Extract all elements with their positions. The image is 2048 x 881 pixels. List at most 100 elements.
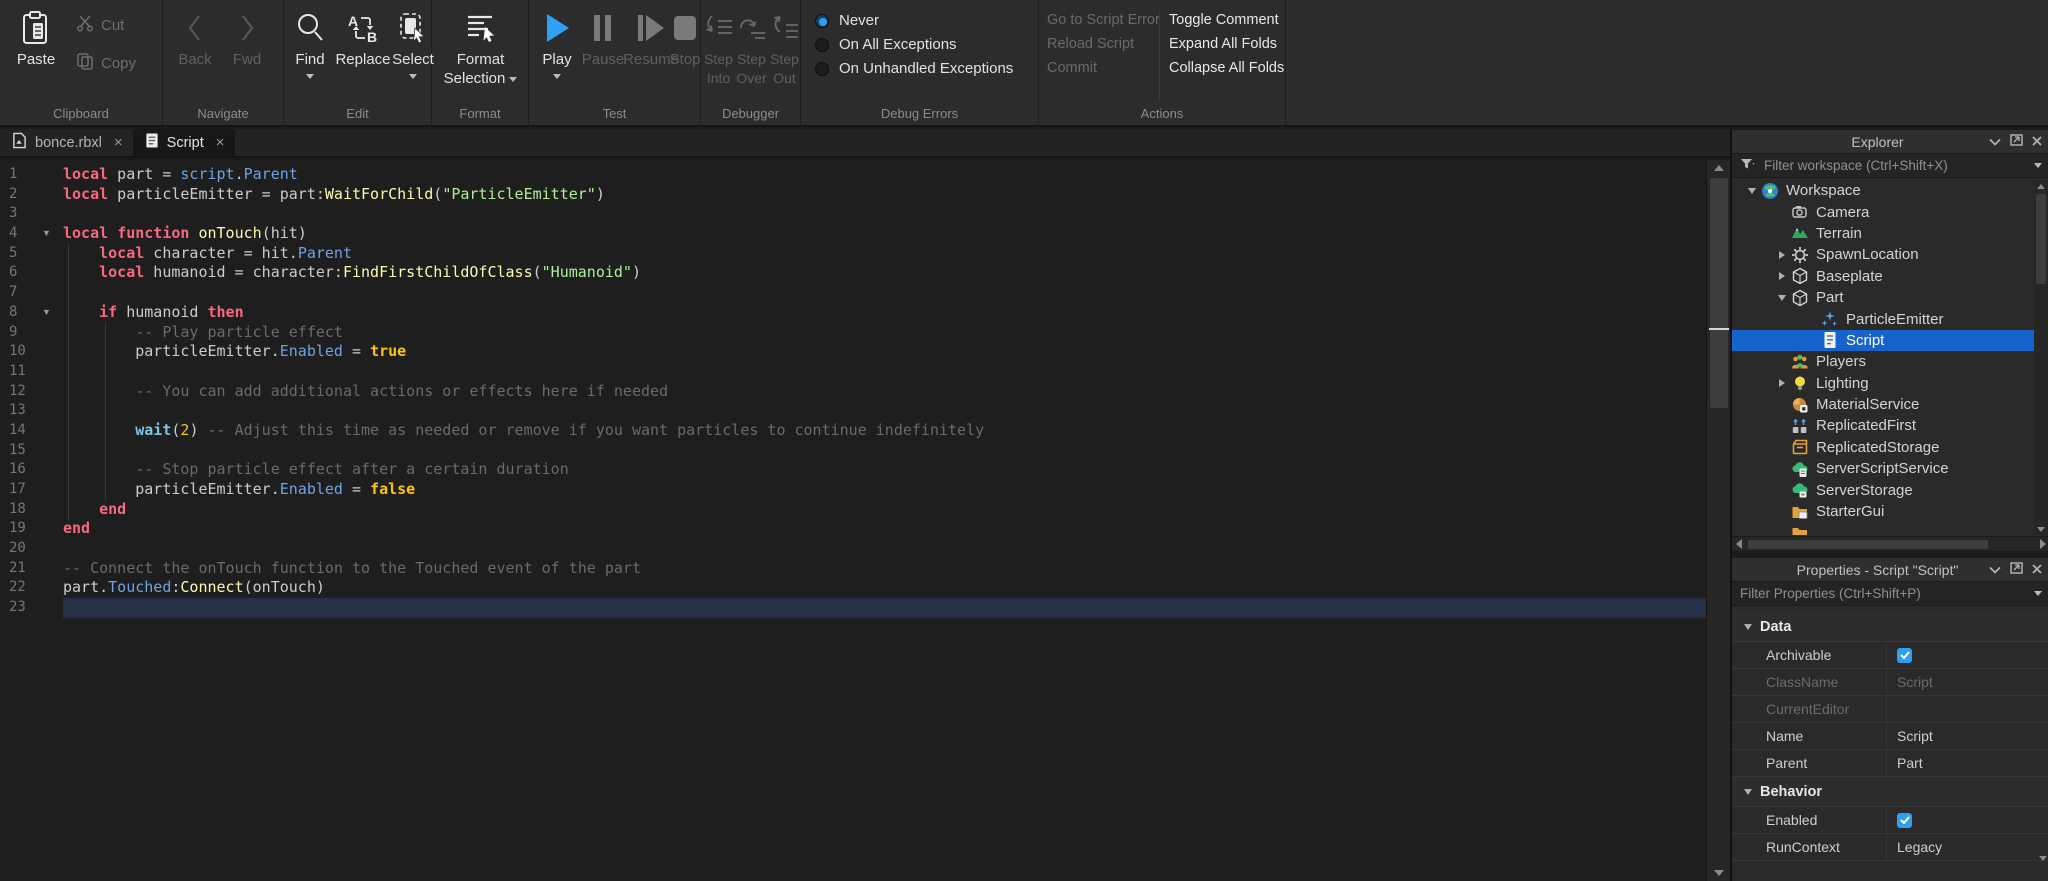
code-line[interactable]: 18 end	[0, 500, 1706, 520]
explorer-hscrollbar-thumb[interactable]	[1748, 540, 1988, 549]
explorer-item-lighting[interactable]: Lighting	[1732, 373, 2034, 394]
select-button[interactable]: Select	[394, 7, 432, 79]
paste-button[interactable]: Paste	[8, 7, 64, 68]
explorer-item-terrain[interactable]: Terrain	[1732, 223, 2034, 244]
script-editor[interactable]: 1local part = script.Parent2local partic…	[0, 160, 1730, 881]
code-line[interactable]: 20	[0, 539, 1706, 559]
property-value[interactable]: Legacy	[1887, 834, 2048, 860]
explorer-item-serverstorage[interactable]: ServerStorage	[1732, 479, 2034, 500]
properties-scroll-down-arrow[interactable]	[2039, 861, 2047, 879]
code-line[interactable]: 12 -- You can add additional actions or …	[0, 382, 1706, 402]
properties-undock-icon[interactable]	[2010, 561, 2023, 579]
explorer-item-script[interactable]: Script	[1732, 330, 2034, 351]
explorer-undock-icon[interactable]	[2010, 133, 2023, 151]
properties-filter-input[interactable]: Filter Properties (Ctrl+Shift+P)	[1732, 582, 2048, 606]
checkbox-checked-icon[interactable]	[1897, 813, 1912, 828]
explorer-item-replicatedstorage[interactable]: ReplicatedStorage	[1732, 437, 2034, 458]
explorer-item-replicatedfirst[interactable]: ReplicatedFirst	[1732, 415, 2034, 436]
property-value[interactable]	[1887, 642, 2048, 668]
property-value[interactable]: Part	[1887, 750, 2048, 776]
code-line[interactable]: 11	[0, 362, 1706, 382]
code-line[interactable]: 15	[0, 441, 1706, 461]
explorer-item-serverscriptservice[interactable]: ServerScriptService	[1732, 458, 2034, 479]
radio-never[interactable]: Never	[815, 12, 879, 29]
explorer-close-icon[interactable]	[2032, 133, 2042, 151]
explorer-item-camera[interactable]: Camera	[1732, 201, 2034, 222]
explorer-item-particleemitter[interactable]: ParticleEmitter	[1732, 308, 2034, 329]
explorer-item-baseplate[interactable]: Baseplate	[1732, 266, 2034, 287]
explorer-scroll-right-arrow[interactable]	[2036, 537, 2048, 552]
code-line[interactable]: 21-- Connect the onTouch function to the…	[0, 559, 1706, 579]
explorer-item-part[interactable]: Part	[1732, 287, 2034, 308]
expand-arrow-right-icon[interactable]	[1774, 251, 1790, 259]
section-collapse-arrow-icon[interactable]	[1744, 624, 1752, 630]
code-line[interactable]: 4▼local function onTouch(hit)	[0, 224, 1706, 244]
code-line[interactable]: 7	[0, 283, 1706, 303]
expand-all-folds-button[interactable]: Expand All Folds	[1169, 36, 1277, 52]
code-line[interactable]: 8▼ if humanoid then	[0, 303, 1706, 323]
toggle-comment-button[interactable]: Toggle Comment	[1169, 12, 1279, 28]
radio-on-unhandled-exceptions[interactable]: On Unhandled Exceptions	[815, 60, 1013, 77]
editor-scroll-down-arrow[interactable]	[1707, 865, 1730, 881]
explorer-hscrollbar[interactable]	[1732, 536, 2048, 551]
code-line[interactable]: 19end	[0, 519, 1706, 539]
explorer-scroll-up-arrow[interactable]	[2034, 180, 2048, 192]
radio-on-all-exceptions[interactable]: On All Exceptions	[815, 36, 957, 53]
fold-arrow-icon[interactable]: ▼	[42, 224, 63, 244]
code-line[interactable]: 22part.Touched:Connect(onTouch)	[0, 578, 1706, 598]
section-collapse-arrow-icon[interactable]	[1744, 789, 1752, 795]
format-selection-button[interactable]: Format Selection	[436, 7, 525, 87]
property-value[interactable]	[1887, 807, 2048, 833]
code-line[interactable]: 14 wait(2) -- Adjust this time as needed…	[0, 421, 1706, 441]
explorer-collapse-chevron-icon[interactable]	[1989, 133, 2001, 151]
editor-scroll-up-arrow[interactable]	[1707, 160, 1730, 176]
checkbox-checked-icon[interactable]	[1897, 648, 1912, 663]
tab-bonce-close-icon[interactable]: ×	[114, 135, 123, 150]
tab-script[interactable]: Script ×	[133, 129, 235, 156]
code-line-current[interactable]: 23	[0, 598, 1706, 618]
code-line[interactable]: 10 particleEmitter.Enabled = true	[0, 342, 1706, 362]
collapse-all-folds-button[interactable]: Collapse All Folds	[1169, 60, 1284, 76]
tab-bonce-rbxl[interactable]: bonce.rbxl ×	[0, 129, 133, 156]
property-section-behavior[interactable]: Behavior	[1732, 777, 2048, 807]
properties-filter-caret[interactable]	[2034, 591, 2042, 596]
explorer-vscrollbar[interactable]	[2034, 180, 2048, 535]
explorer-filter-caret[interactable]	[2034, 163, 2042, 168]
find-button[interactable]: Find	[288, 7, 332, 79]
expand-arrow-down-icon[interactable]	[1774, 295, 1790, 301]
code-line[interactable]: 9 -- Play particle effect	[0, 323, 1706, 343]
expand-arrow-down-icon[interactable]	[1744, 188, 1760, 194]
explorer-item-players[interactable]: Players	[1732, 351, 2034, 372]
explorer-item-spawnlocation[interactable]: SpawnLocation	[1732, 244, 2034, 265]
play-button[interactable]: Play	[537, 7, 577, 79]
explorer-item-startergui[interactable]: StarterGui	[1732, 501, 2034, 522]
explorer-item-partial[interactable]	[1732, 522, 2034, 535]
explorer-scrollbar-thumb[interactable]	[2036, 194, 2046, 284]
radio-on-unhandled-exceptions-icon[interactable]	[815, 62, 829, 76]
explorer-scroll-down-arrow[interactable]	[2034, 523, 2048, 535]
play-dropdown-caret[interactable]	[553, 74, 561, 79]
property-value[interactable]: Script	[1887, 723, 2048, 749]
code-line[interactable]: 13	[0, 401, 1706, 421]
code-line[interactable]: 5 local character = hit.Parent	[0, 244, 1706, 264]
properties-collapse-chevron-icon[interactable]	[1989, 561, 2001, 579]
radio-on-all-exceptions-icon[interactable]	[815, 38, 829, 52]
explorer-filter-input[interactable]: Filter workspace (Ctrl+Shift+X)	[1732, 154, 2048, 178]
fold-arrow-icon[interactable]: ▼	[42, 303, 63, 323]
find-dropdown-caret[interactable]	[306, 74, 314, 79]
code-area[interactable]: 1local part = script.Parent2local partic…	[0, 160, 1706, 881]
code-line[interactable]: 3	[0, 204, 1706, 224]
tab-script-close-icon[interactable]: ×	[216, 135, 225, 150]
editor-scrollbar-thumb[interactable]	[1710, 178, 1728, 408]
radio-never-icon[interactable]	[815, 14, 829, 28]
code-line[interactable]: 17 particleEmitter.Enabled = false	[0, 480, 1706, 500]
explorer-scroll-left-arrow[interactable]	[1732, 537, 1746, 552]
code-line[interactable]: 1local part = script.Parent	[0, 165, 1706, 185]
select-dropdown-caret[interactable]	[409, 74, 417, 79]
code-line[interactable]: 6 local humanoid = character:FindFirstCh…	[0, 263, 1706, 283]
editor-scrollbar[interactable]	[1706, 160, 1730, 881]
replace-button[interactable]: AB Replace	[332, 7, 394, 68]
code-line[interactable]: 16 -- Stop particle effect after a certa…	[0, 460, 1706, 480]
properties-close-icon[interactable]	[2032, 561, 2042, 579]
expand-arrow-right-icon[interactable]	[1774, 272, 1790, 280]
